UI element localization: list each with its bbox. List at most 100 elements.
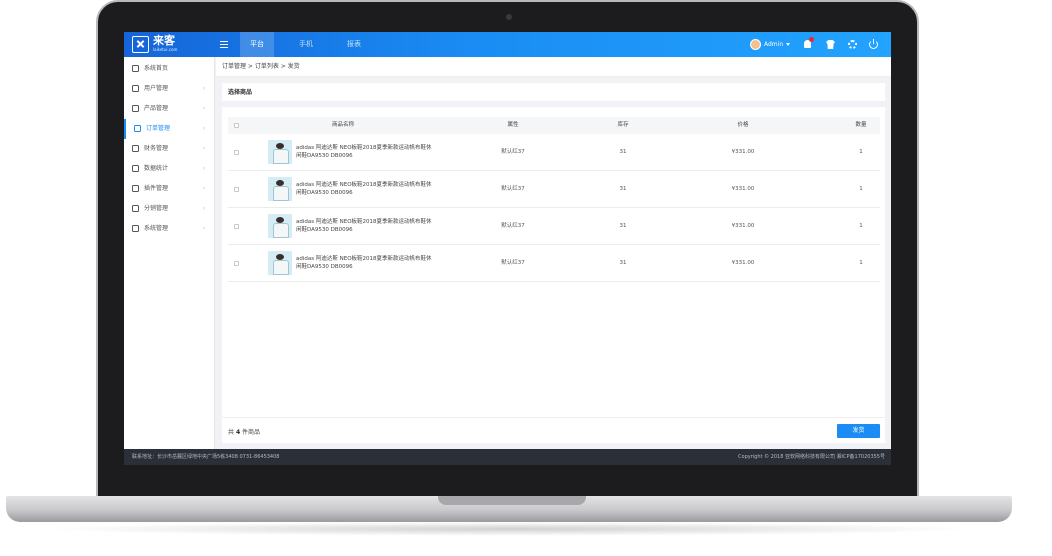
product-thumbnail — [268, 177, 292, 201]
product-price: ¥331.00 — [731, 223, 755, 229]
product-stock: 31 — [619, 149, 627, 155]
settings-icon — [132, 225, 139, 232]
count-prefix: 共 — [228, 429, 235, 436]
logo-icon — [132, 36, 149, 53]
sidebar-item-users[interactable]: 用户管理 › — [124, 79, 215, 99]
sidebar-item-label: 用户管理 — [144, 85, 169, 92]
sidebar-item-products[interactable]: 产品管理 › — [124, 99, 215, 119]
product-name: adidas 阿迪达斯 NEO板鞋2018夏季新款运动帆布鞋休闲鞋DA9530 … — [296, 219, 432, 233]
col-header-name: 商品名称 — [331, 122, 354, 128]
table-header: 商品名称 属性 库存 价格 数量 — [228, 117, 880, 134]
logo-subtitle: laiketui.com — [153, 47, 178, 52]
product-stock: 31 — [619, 186, 627, 192]
product-stock: 31 — [619, 223, 627, 229]
col-header-qty: 数量 — [855, 122, 867, 128]
box-icon — [132, 105, 139, 112]
panel-divider — [222, 101, 885, 107]
panel-footer: 共 4 件商品 发货 — [222, 417, 885, 443]
chevron-down-icon[interactable] — [786, 43, 790, 46]
sidebar-item-distribution[interactable]: 分销管理 › — [124, 199, 215, 219]
avatar[interactable] — [750, 39, 761, 50]
select-all-checkbox[interactable] — [234, 123, 239, 128]
row-checkbox[interactable] — [234, 187, 239, 192]
chevron-right-icon: › — [202, 225, 205, 232]
laptop-notch — [438, 496, 586, 505]
panel-title: 选择商品 — [228, 89, 253, 96]
product-qty: 1 — [859, 186, 863, 192]
product-price: ¥331.00 — [731, 149, 755, 155]
product-name: adidas 阿迪达斯 NEO板鞋2018夏季新款运动帆布鞋休闲鞋DA9530 … — [296, 256, 432, 270]
product-qty: 1 — [859, 223, 863, 229]
sidebar-item-statistics[interactable]: 数据统计 › — [124, 159, 215, 179]
hamburger-menu-icon[interactable] — [220, 41, 228, 48]
top-navbar: 来客 laiketui.com 平台 手机 报表 Admin — [124, 32, 891, 57]
sidebar-item-label: 系统管理 — [144, 225, 169, 232]
order-icon — [134, 125, 141, 132]
product-qty: 1 — [859, 260, 863, 266]
gear-icon[interactable] — [848, 40, 857, 49]
sidebar-item-label: 插件管理 — [144, 185, 169, 192]
col-header-stock: 库存 — [617, 122, 629, 128]
product-stock: 31 — [619, 260, 627, 266]
row-checkbox[interactable] — [234, 150, 239, 155]
product-attr: 默认红37 — [501, 149, 525, 155]
sidebar-item-label: 数据统计 — [144, 165, 169, 172]
count-value: 4 — [235, 429, 241, 436]
product-price: ¥331.00 — [731, 186, 755, 192]
table-row[interactable]: adidas 阿迪达斯 NEO板鞋2018夏季新款运动帆布鞋休闲鞋DA9530 … — [228, 208, 880, 245]
table-row[interactable]: adidas 阿迪达斯 NEO板鞋2018夏季新款运动帆布鞋休闲鞋DA9530 … — [228, 171, 880, 208]
item-count: 共 4 件商品 — [228, 427, 260, 436]
user-name[interactable]: Admin — [764, 41, 783, 48]
power-icon[interactable] — [869, 39, 878, 49]
breadcrumb: 订单管理 > 订单列表 > 发货 — [216, 57, 891, 77]
table-row[interactable]: adidas 阿迪达斯 NEO板鞋2018夏季新款运动帆布鞋休闲鞋DA9530 … — [228, 245, 880, 282]
sidebar-item-label: 分销管理 — [144, 205, 169, 212]
sidebar-item-label: 系统首页 — [144, 65, 169, 72]
sidebar-item-system[interactable]: 系统管理 › — [124, 219, 215, 239]
chevron-right-icon: › — [202, 125, 205, 132]
chevron-right-icon: › — [202, 205, 205, 212]
sidebar-item-label: 订单管理 — [146, 125, 171, 132]
sidebar-item-label: 财务管理 — [144, 145, 169, 152]
logo-text: 来客 — [153, 34, 175, 47]
product-thumbnail — [268, 214, 292, 238]
footer-copyright: Copyright © 2018 亚软网络科技有限公司 湘ICP备1702035… — [738, 454, 885, 460]
page-footer: 联系地址：长沙市岳麓区绿地中央广场5栋3408 0731-86453408 Co… — [124, 449, 891, 465]
table-row[interactable]: adidas 阿迪达斯 NEO板鞋2018夏季新款运动帆布鞋休闲鞋DA9530 … — [228, 134, 880, 171]
product-name: adidas 阿迪达斯 NEO板鞋2018夏季新款运动帆布鞋休闲鞋DA9530 … — [296, 145, 432, 159]
row-checkbox[interactable] — [234, 224, 239, 229]
share-icon — [132, 205, 139, 212]
product-attr: 默认红37 — [501, 260, 525, 266]
product-price: ¥331.00 — [731, 260, 755, 266]
col-header-attr: 属性 — [507, 122, 519, 128]
product-thumbnail — [268, 251, 292, 275]
plugin-icon — [132, 185, 139, 192]
finance-icon — [132, 145, 139, 152]
sidebar: 系统首页 用户管理 › 产品管理 › 订单管理 › 财务管理 › 数据统计 › — [124, 57, 215, 449]
product-attr: 默认红37 — [501, 186, 525, 192]
sidebar-item-label: 产品管理 — [144, 105, 169, 112]
chevron-right-icon: › — [202, 165, 205, 172]
tab-reports[interactable]: 报表 — [337, 32, 371, 57]
sidebar-item-plugins[interactable]: 插件管理 › — [124, 179, 215, 199]
product-attr: 默认红37 — [501, 223, 525, 229]
row-checkbox[interactable] — [234, 261, 239, 266]
app-screen: 来客 laiketui.com 平台 手机 报表 Admin 系统首页 用户管理… — [124, 32, 891, 465]
camera-icon — [506, 14, 512, 20]
tab-mobile[interactable]: 手机 — [289, 32, 323, 57]
laptop-shadow — [40, 522, 980, 536]
sidebar-item-finance[interactable]: 财务管理 › — [124, 139, 215, 159]
select-products-panel: 选择商品 商品名称 属性 库存 价格 数量 adidas 阿迪达斯 NEO板鞋2… — [222, 83, 885, 443]
ship-button[interactable]: 发货 — [837, 424, 880, 438]
count-suffix: 件商品 — [242, 429, 261, 436]
chart-icon — [132, 165, 139, 172]
shirt-icon[interactable] — [826, 40, 835, 49]
product-thumbnail — [268, 140, 292, 164]
sidebar-item-orders[interactable]: 订单管理 › — [124, 119, 215, 139]
chevron-right-icon: › — [202, 85, 205, 92]
chevron-right-icon: › — [202, 145, 205, 152]
tab-platform[interactable]: 平台 — [240, 32, 274, 57]
footer-address: 联系地址：长沙市岳麓区绿地中央广场5栋3408 0731-86453408 — [132, 454, 280, 460]
sidebar-item-home[interactable]: 系统首页 — [124, 59, 215, 79]
home-icon — [132, 65, 139, 72]
